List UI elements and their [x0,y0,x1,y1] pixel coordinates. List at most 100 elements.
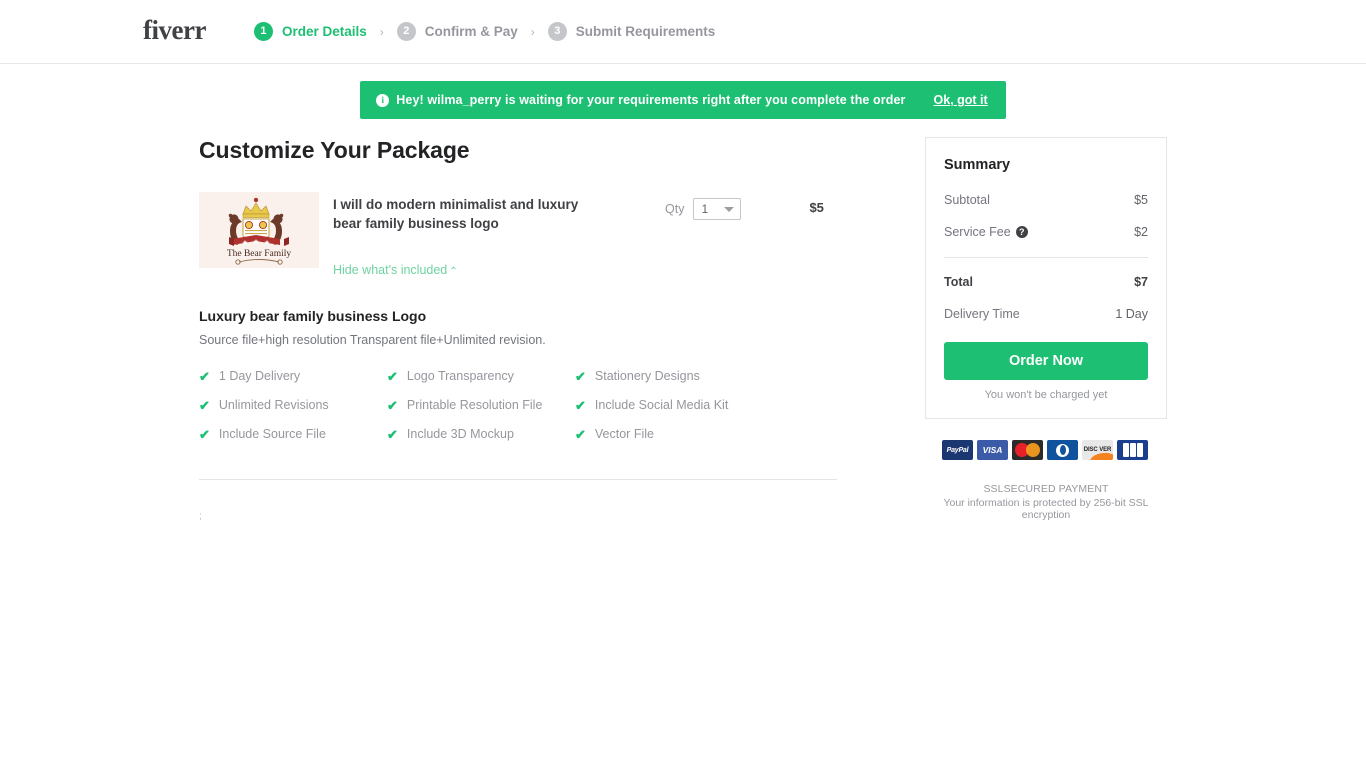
visa-icon: VISA [977,440,1008,460]
gig-details: I will do modern minimalist and luxury b… [333,192,595,279]
summary-card: Summary Subtotal $5 Service Fee ? $2 Tot… [925,137,1167,419]
feature-item: ✔ Stationery Designs [575,369,763,383]
service-fee-value: $2 [1134,225,1148,239]
feature-label: Include 3D Mockup [406,427,514,442]
subtotal-value: $5 [1134,193,1148,207]
feature-label: Vector File [594,427,654,442]
jcb-bar-2 [1129,443,1136,457]
step-separator-2-icon: › [530,24,535,39]
summary-row-delivery-time: Delivery Time 1 Day [944,307,1148,321]
mastercard-right-circle [1026,443,1040,457]
page-title: Customize Your Package [199,137,470,163]
package-column: Customize Your Package The Bear Family I… [199,137,837,523]
check-icon: ✔ [387,426,398,442]
package-features-list: ✔ 1 Day Delivery ✔ Logo Transparency ✔ S… [199,369,837,456]
feature-item: ✔ Printable Resolution File [387,398,575,412]
step-2-number: 2 [396,22,416,41]
jcb-bar-3 [1136,443,1143,457]
gig-price: $5 [809,200,824,215]
summary-row-subtotal: Subtotal $5 [944,193,1148,207]
notice-dismiss-link[interactable]: Ok, got it [934,93,988,107]
feature-item: ✔ Include Source File [199,427,387,441]
hide-whats-included-label: Hide what's included [333,263,448,278]
diners-ring [1056,443,1069,457]
step-order-details[interactable]: 1 Order Details [253,22,367,41]
page-body: Customize Your Package The Bear Family I… [0,137,1366,523]
visa-label: VISA [982,445,1003,455]
gig-thumbnail[interactable]: The Bear Family [199,192,319,268]
paypal-icon: PayPal [942,440,973,460]
gig-summary-row: The Bear Family I will do modern minimal… [199,192,837,279]
total-value: $7 [1134,275,1148,289]
check-icon: ✔ [387,368,398,384]
package-title: Luxury bear family business Logo [199,308,427,325]
feature-label: 1 Day Delivery [218,369,301,384]
svg-text:The Bear Family: The Bear Family [227,249,292,259]
site-header: fiverr 1 Order Details › 2 Confirm & Pay… [0,0,1366,64]
service-fee-label: Service Fee [944,225,1011,239]
payment-methods: PayPal VISA DISC VER [925,440,1167,460]
info-icon: i [376,93,390,107]
mastercard-icon [1012,440,1043,460]
step-submit-requirements[interactable]: 3 Submit Requirements [547,22,716,41]
step-1-number: 1 [253,22,273,41]
feature-label: Unlimited Revisions [218,398,329,413]
step-1-label: Order Details [281,24,367,39]
order-now-button[interactable]: Order Now [944,342,1148,380]
check-icon: ✔ [199,397,210,413]
discover-label: DISC VER [1083,447,1112,453]
service-fee-label-wrap: Service Fee ? [944,225,1028,239]
step-confirm-and-pay[interactable]: 2 Confirm & Pay [396,22,518,41]
ssl-description: Your information is protected by 256-bit… [943,497,1149,521]
feature-item: ✔ Unlimited Revisions [199,398,387,412]
check-icon: ✔ [575,397,586,413]
summary-row-total: Total $7 [944,275,1148,289]
feature-item: ✔ Include 3D Mockup [387,427,575,441]
feature-item: ✔ 1 Day Delivery [199,369,387,383]
feature-item: ✔ Include Social Media Kit [575,398,763,412]
feature-label: Include Source File [218,427,326,442]
paypal-label: PayPal [946,446,969,454]
package-description: Source file+high resolution Transparent … [199,333,546,348]
hide-whats-included-link[interactable]: Hide what's included ⌃ [333,263,458,277]
total-label: Total [944,275,973,289]
check-icon: ✔ [575,368,586,384]
chevron-up-icon: ⌃ [449,266,458,278]
quantity-value: 1 [701,202,709,216]
summary-row-service-fee: Service Fee ? $2 [944,225,1148,239]
step-separator-1-icon: › [379,24,384,39]
discover-icon: DISC VER [1082,440,1113,460]
feature-label: Logo Transparency [406,369,514,384]
charge-note: You won't be charged yet [984,389,1108,401]
notice-message: Hey! wilma_perry is waiting for your req… [396,93,906,107]
summary-column: Summary Subtotal $5 Service Fee ? $2 Tot… [925,137,1167,521]
help-question-icon[interactable]: ? [1015,226,1028,238]
feature-item: ✔ Vector File [575,427,763,441]
summary-divider [944,257,1148,258]
quantity-select[interactable]: 1 [693,198,742,220]
chevron-down-icon [724,207,735,212]
jcb-icon [1117,440,1148,460]
seller-notice-bar: i Hey! wilma_perry is waiting for your r… [360,81,1006,119]
notice-bar-container: i Hey! wilma_perry is waiting for your r… [0,81,1366,119]
ssl-headline: SSLSECURED PAYMENT [983,483,1109,495]
quantity-label: Qty [665,202,685,216]
step-3-label: Submit Requirements [575,24,716,39]
fiverr-logo[interactable]: fiverr [143,17,206,44]
page-artifact: ; [199,511,202,523]
delivery-time-value: 1 Day [1115,307,1148,321]
feature-label: Stationery Designs [594,369,700,384]
step-3-number: 3 [547,22,567,41]
check-icon: ✔ [199,426,210,442]
subtotal-label: Subtotal [944,193,990,207]
jcb-bars [1122,443,1143,457]
check-icon: ✔ [387,397,398,413]
ssl-notice: SSLSECURED PAYMENT Your information is p… [925,483,1167,521]
quantity-block: Qty 1 [665,192,742,220]
gig-title: I will do modern minimalist and luxury b… [333,197,579,232]
check-icon: ✔ [575,426,586,442]
section-divider [199,479,837,481]
bear-family-crest-icon: The Bear Family [199,192,319,268]
feature-label: Printable Resolution File [406,398,543,413]
diners-club-icon [1047,440,1078,460]
